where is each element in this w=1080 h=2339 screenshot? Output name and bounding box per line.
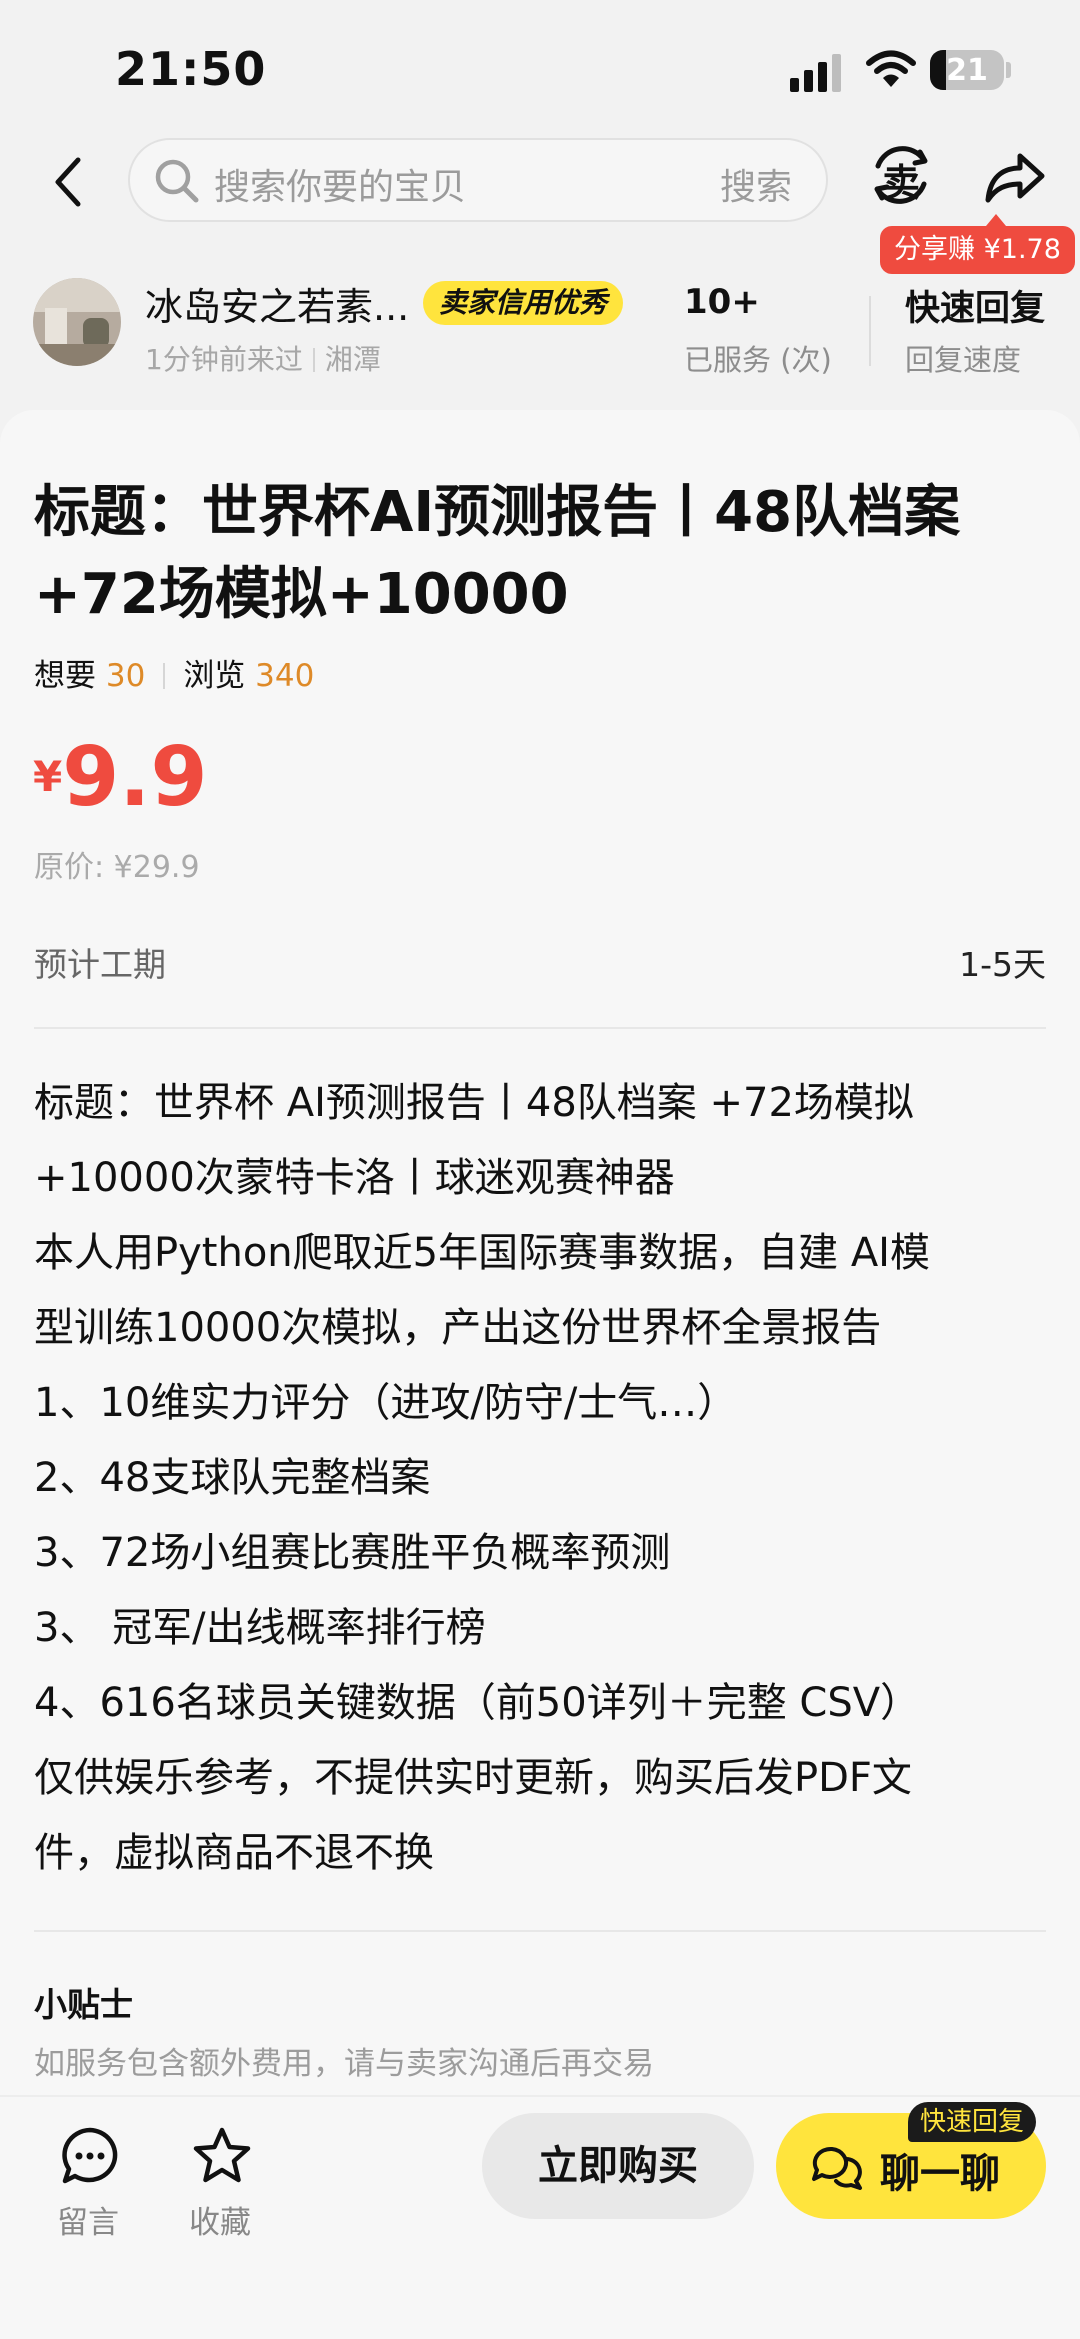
seller-location: 湘潭 bbox=[324, 343, 381, 376]
comment-button[interactable]: 留言 bbox=[50, 2125, 130, 2245]
battery-level: 21 bbox=[946, 53, 988, 88]
search-icon bbox=[155, 159, 199, 203]
star-icon bbox=[193, 2127, 251, 2183]
sell-icon[interactable]: 卖 bbox=[866, 140, 936, 210]
search-placeholder: 搜索你要的宝贝 bbox=[214, 167, 467, 208]
price-value: 9.9 bbox=[62, 730, 208, 825]
description-line: 标题：世界杯 AI预测报告丨48队档案 +72场模拟 bbox=[34, 1080, 914, 1126]
battery-icon: 21 bbox=[930, 50, 1004, 90]
favorite-label: 收藏 bbox=[189, 2205, 251, 2241]
description-line: 3、 冠军/出线概率排行榜 bbox=[34, 1605, 486, 1651]
description-line: 4、616名球员关键数据（前50详列＋完整 CSV） bbox=[34, 1680, 921, 1726]
stats-sep bbox=[163, 663, 166, 689]
work-period-label: 预计工期 bbox=[34, 945, 166, 984]
battery-tip bbox=[1006, 62, 1011, 78]
seller-name[interactable]: 冰岛安之若素... bbox=[145, 276, 409, 331]
meta-divider bbox=[312, 348, 315, 372]
last-visit: 1分钟前来过 bbox=[145, 343, 303, 376]
views-label: 浏览 bbox=[183, 658, 246, 694]
price: ¥9.9 bbox=[33, 730, 208, 825]
comment-icon bbox=[62, 2127, 118, 2184]
reply-speed-value: 快速回复 bbox=[905, 289, 1046, 329]
stats-divider bbox=[869, 296, 871, 366]
served-label: 已服务 (次) bbox=[684, 343, 832, 377]
description-line: 3、72场小组赛比赛胜平负概率预测 bbox=[34, 1530, 671, 1576]
chat-icon bbox=[812, 2146, 862, 2190]
tips-text: 如服务包含额外费用，请与卖家沟通后再交易 bbox=[34, 2046, 654, 2082]
cellular-signal-icon bbox=[790, 52, 842, 92]
share-earn-badge[interactable]: 分享赚 ¥1.78 bbox=[880, 214, 1075, 274]
want-count: 30 bbox=[105, 658, 146, 694]
original-price: 原价: ¥29.9 bbox=[34, 850, 200, 885]
description-line: 型训练10000次模拟，产出这份世界杯全景报告 bbox=[34, 1305, 882, 1351]
description-line: 本人用Python爬取近5年国际赛事数据，自建 AI模 bbox=[34, 1230, 930, 1276]
divider bbox=[34, 1027, 1046, 1029]
reply-speed-label: 回复速度 bbox=[905, 343, 1022, 377]
views-count: 340 bbox=[255, 658, 315, 694]
listing-stats: 想要 30 浏览 340 bbox=[34, 650, 314, 695]
comment-label: 留言 bbox=[57, 2205, 119, 2241]
description-line: 件，虚拟商品不退不换 bbox=[34, 1830, 434, 1876]
wifi-icon bbox=[866, 50, 916, 87]
seller-avatar[interactable] bbox=[33, 278, 121, 366]
seller-meta: 1分钟前来过 湘潭 bbox=[145, 338, 381, 378]
currency-symbol: ¥ bbox=[33, 752, 63, 801]
search-button[interactable]: 搜索 bbox=[720, 158, 792, 210]
quick-reply-badge: 快速回复 bbox=[908, 2102, 1037, 2142]
listing-description: 标题：世界杯 AI预测报告丨48队档案 +72场模拟 +10000次蒙特卡洛丨球… bbox=[34, 1066, 1046, 1891]
description-line: +10000次蒙特卡洛丨球迷观赛神器 bbox=[34, 1155, 675, 1201]
tips-title: 小贴士 bbox=[34, 1985, 133, 2024]
favorite-button[interactable]: 收藏 bbox=[182, 2125, 262, 2245]
listing-title: 标题：世界杯AI预测报告丨48队档案+72场模拟+10000 bbox=[34, 480, 961, 627]
status-time: 21:50 bbox=[115, 42, 267, 96]
search-input[interactable]: 搜索你要的宝贝 搜索 bbox=[128, 138, 828, 222]
sell-icon-text: 卖 bbox=[881, 161, 920, 205]
served-count: 10+ bbox=[684, 282, 760, 322]
seller-credit-badge[interactable]: 卖家信用优秀 bbox=[423, 281, 624, 325]
back-arrow-icon[interactable] bbox=[48, 152, 88, 212]
description-line: 2、48支球队完整档案 bbox=[34, 1455, 431, 1501]
want-label: 想要 bbox=[34, 658, 96, 694]
work-period-value: 1-5天 bbox=[959, 945, 1046, 984]
description-line: 仅供娱乐参考，不提供实时更新，购买后发PDF文 bbox=[34, 1755, 912, 1801]
buy-now-button[interactable]: 立即购买 bbox=[482, 2113, 754, 2219]
chat-label: 聊一聊 bbox=[880, 2151, 1000, 2197]
description-line: 1、10维实力评分（进攻/防守/士气…） bbox=[34, 1380, 738, 1426]
divider bbox=[34, 1930, 1046, 1932]
share-icon[interactable] bbox=[980, 144, 1050, 208]
